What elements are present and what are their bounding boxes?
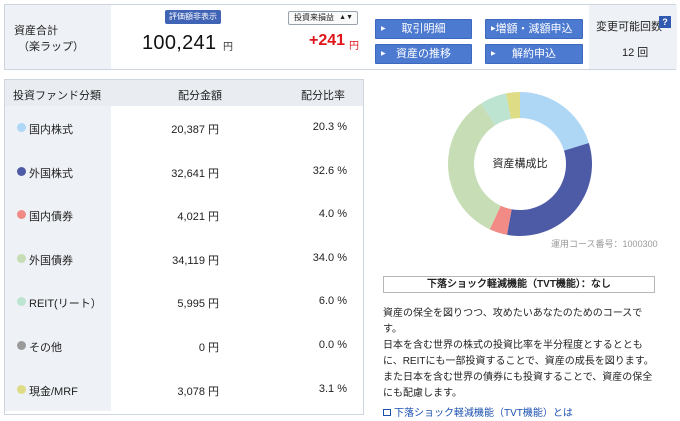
- cancel-contract-label: 解約申込: [512, 48, 556, 60]
- allocation-ratio: 0.0 %: [318, 338, 347, 351]
- category-name: 外国債券: [29, 254, 73, 267]
- category-cell: 国内債券: [5, 193, 111, 237]
- category-name: 国内債券: [29, 211, 73, 224]
- allocation-amount: 20,387 円: [171, 124, 219, 136]
- change-count-value: 12 回: [622, 47, 649, 59]
- total-unit: 円: [223, 42, 233, 53]
- table-body: 国内株式 20,387 円 20.3 % 外国株式 32,641 円 32.6 % 国内債券…: [5, 106, 363, 412]
- category-name: 現金/MRF: [29, 385, 78, 398]
- total-label-cell: 資産合計 （楽ラップ）: [5, 5, 111, 69]
- category-cell: 外国債券: [5, 236, 111, 281]
- allocation-amount: 32,641 円: [171, 167, 219, 180]
- table-row: REIT(リート） 5,995 円 6.0 %: [5, 280, 363, 324]
- category-name: REIT(リート）: [29, 298, 102, 311]
- help-icon[interactable]: ?: [659, 16, 671, 28]
- course-description: 資産の保全を図りつつ、攻めたいあなたのためのコースです。日本を含む世界の株式の投…: [383, 306, 655, 402]
- table-row: 国内株式 20,387 円 20.3 %: [5, 106, 363, 150]
- triangle-right-icon: ▶: [491, 51, 496, 57]
- table-row: 外国株式 32,641 円 32.6 %: [5, 149, 363, 194]
- header-amount: 配分金額: [178, 90, 222, 102]
- legend-dot-icon: [17, 166, 26, 176]
- profit-unit: 円: [349, 41, 359, 52]
- category-name: 外国株式: [29, 167, 73, 180]
- category-name: 国内株式: [29, 124, 73, 136]
- asset-trend-label: 資産の推移: [396, 48, 451, 60]
- total-cell: 評価額非表示 100,241 円: [111, 5, 241, 69]
- table-row: 国内債券 4,021 円 4.0 %: [5, 193, 363, 237]
- legend-dot-icon: [17, 340, 26, 350]
- fund-allocation-table: 投資ファンド分類 配分金額 配分比率 国内株式 20,387 円 20.3 % 外国株…: [4, 79, 364, 415]
- profit-value: +241: [309, 32, 346, 49]
- tvt-info-link[interactable]: 下落ショック軽減機能（TVT機能）とは: [383, 404, 573, 419]
- table-header: 投資ファンド分類 配分金額 配分比率: [5, 80, 363, 106]
- total-sublabel: （楽ラップ）: [18, 41, 84, 53]
- legend-dot-icon: [17, 210, 26, 220]
- description-line: 日本を含む世界の株式の投資比率を半分程度とするとともに、REITにも一部投資する…: [383, 340, 654, 399]
- profit-cell: 投資来損益 ▲▼ +241 円: [241, 5, 365, 69]
- allocation-ratio: 34.0 %: [312, 251, 347, 264]
- hide-valuation-button[interactable]: 評価額非表示: [165, 10, 221, 24]
- asset-trend-button[interactable]: ▶ 資産の推移: [375, 44, 472, 64]
- allocation-ratio: 32.6 %: [312, 164, 347, 177]
- table-row: 外国債券 34,119 円 34.0 %: [5, 236, 363, 281]
- category-cell: 国内株式: [5, 106, 111, 150]
- increase-decrease-button[interactable]: ▶ 増額・減額申込: [485, 19, 583, 39]
- header-ratio: 配分比率: [301, 90, 345, 102]
- legend-dot-icon: [17, 297, 26, 307]
- external-window-icon: [383, 409, 391, 416]
- category-name: その他: [29, 341, 62, 354]
- legend-dot-icon: [17, 253, 26, 263]
- legend-dot-icon: [17, 384, 26, 394]
- asset-summary-bar: 資産合計 （楽ラップ） 評価額非表示 100,241 円 投資来損益 ▲▼ +2…: [4, 4, 677, 70]
- allocation-ratio: 4.0 %: [318, 208, 347, 221]
- triangle-right-icon: ▶: [381, 51, 386, 57]
- select-arrows-icon: ▲▼: [339, 14, 353, 21]
- allocation-amount: 3,078 円: [177, 385, 219, 398]
- profit-type-value: 投資来損益: [294, 13, 334, 22]
- category-cell: 現金/MRF: [5, 367, 111, 412]
- category-cell: その他: [5, 323, 111, 368]
- allocation-amount: 34,119 円: [172, 254, 219, 267]
- legend-dot-icon: [17, 123, 26, 132]
- allocation-amount: 4,021 円: [177, 211, 219, 224]
- increase-decrease-label: 増額・減額申込: [495, 23, 573, 35]
- header-category: 投資ファンド分類: [13, 90, 101, 102]
- triangle-right-icon: ▶: [491, 26, 496, 32]
- profit-type-select[interactable]: 投資来損益 ▲▼: [288, 11, 358, 25]
- total-label: 資産合計: [14, 25, 58, 37]
- tvt-info-link-label: 下落ショック軽減機能（TVT機能）とは: [394, 408, 573, 419]
- transaction-history-label: 取引明細: [401, 23, 446, 35]
- course-number: 運用コース番号：1000300: [551, 239, 658, 249]
- description-line: 資産の保全を図りつつ、攻めたいあなたのためのコースです。: [383, 308, 643, 335]
- asset-composition-chart: 資産構成比: [446, 90, 594, 238]
- cancel-contract-button[interactable]: ▶ 解約申込: [485, 44, 583, 64]
- allocation-ratio: 20.3 %: [312, 121, 347, 133]
- category-cell: REIT(リート）: [5, 280, 111, 324]
- category-cell: 外国株式: [5, 149, 111, 194]
- allocation-ratio: 6.0 %: [318, 295, 347, 308]
- table-row: その他 0 円 0.0 %: [5, 323, 363, 368]
- allocation-amount: 0 円: [198, 341, 219, 354]
- tvt-status-box: 下落ショック軽減機能（TVT機能）：なし: [383, 276, 655, 293]
- transaction-history-button[interactable]: ▶ 取引明細: [375, 19, 472, 39]
- change-count-label: 変更可能回数: [596, 21, 662, 33]
- allocation-ratio: 3.1 %: [318, 382, 347, 395]
- allocation-amount: 5,995 円: [177, 298, 219, 311]
- table-row: 現金/MRF 3,078 円 3.1 %: [5, 367, 363, 412]
- total-value: 100,241: [142, 32, 217, 54]
- change-count-cell: 変更可能回数 ? 12 回: [589, 5, 677, 69]
- chart-title: 資産構成比: [492, 158, 548, 170]
- triangle-right-icon: ▶: [381, 26, 386, 32]
